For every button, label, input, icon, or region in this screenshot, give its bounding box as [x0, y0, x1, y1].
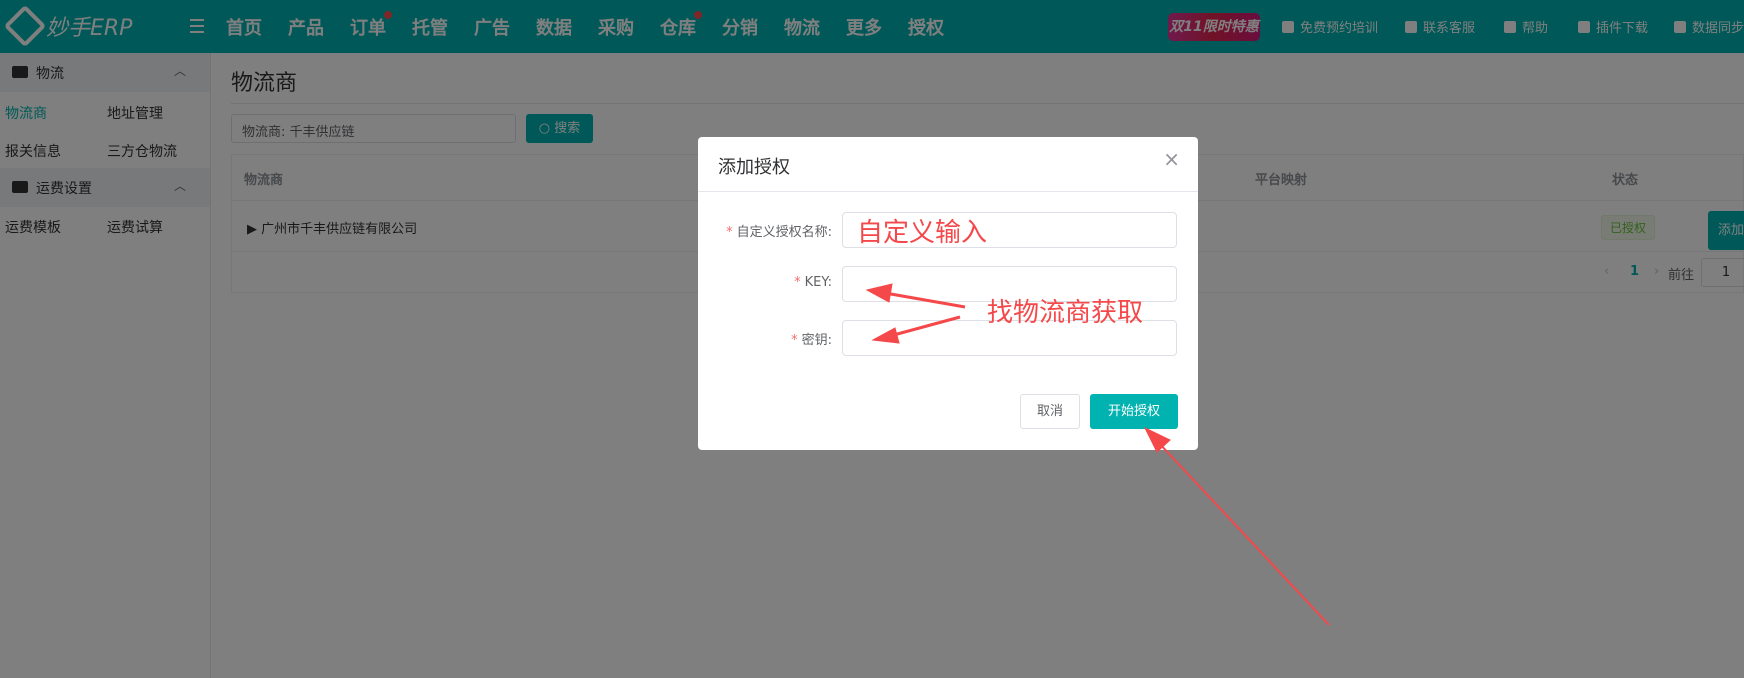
arrow-head [871, 327, 900, 344]
arrow-head [865, 283, 893, 303]
arrow-to-key [884, 291, 966, 309]
annotation-arrows [865, 283, 1330, 626]
arrow-to-button [1157, 441, 1330, 626]
arrow-head [1143, 426, 1171, 453]
arrow-to-secret [889, 315, 961, 338]
